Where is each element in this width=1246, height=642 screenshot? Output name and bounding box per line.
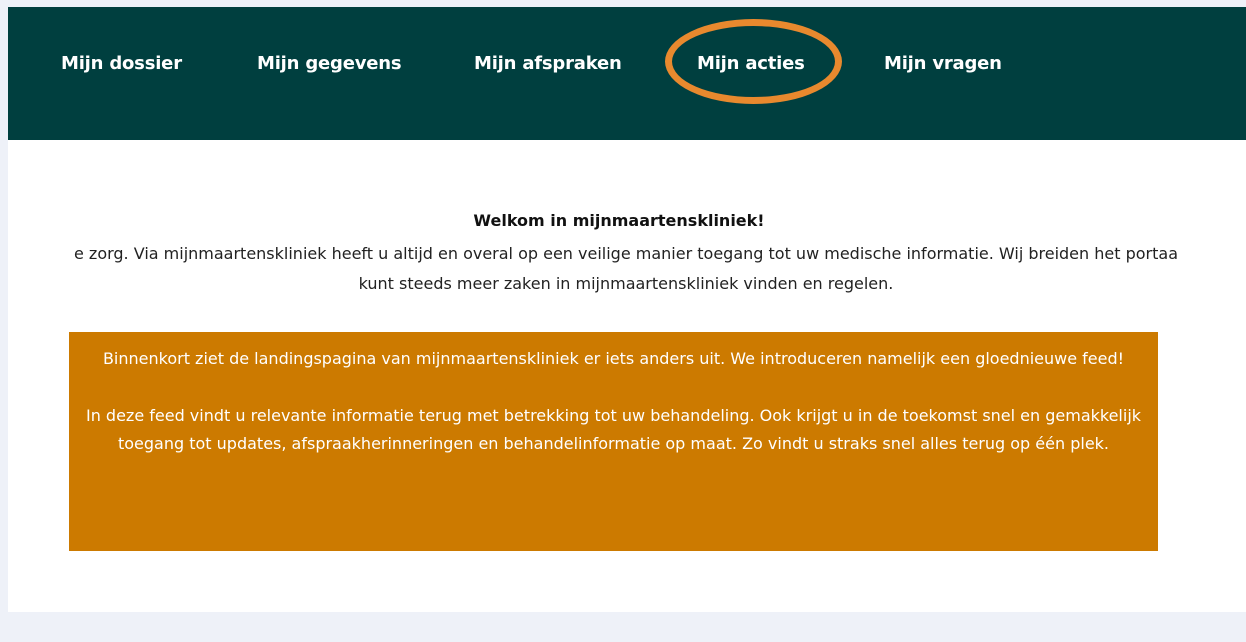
- announcement-paragraph-1: Binnenkort ziet de landingspagina van mi…: [102, 349, 1125, 368]
- nav-item-mijn-acties[interactable]: Mijn acties: [697, 52, 805, 76]
- page-screenshot: Mijn dossier Mijn gegevens Mijn afsprake…: [8, 7, 1246, 612]
- nav-item-mijn-vragen[interactable]: Mijn vragen: [884, 52, 1002, 76]
- nav-item-mijn-gegevens[interactable]: Mijn gegevens: [257, 52, 402, 76]
- feed-announcement-banner: Binnenkort ziet de landingspagina van mi…: [69, 332, 1158, 551]
- main-navigation: Mijn dossier Mijn gegevens Mijn afsprake…: [8, 7, 1246, 140]
- nav-item-mijn-dossier[interactable]: Mijn dossier: [61, 52, 182, 76]
- intro-line-2: kunt steeds meer zaken in mijnmaartenskl…: [358, 274, 894, 293]
- welcome-intro-text: e zorg. Via mijnmaartenskliniek heeft u …: [8, 239, 1246, 299]
- nav-item-mijn-afspraken[interactable]: Mijn afspraken: [474, 52, 622, 76]
- intro-line-1: e zorg. Via mijnmaartenskliniek heeft u …: [73, 244, 1178, 263]
- welcome-heading: Welkom in mijnmaartenskliniek!: [473, 211, 765, 230]
- announcement-paragraph-2: In deze feed vindt u relevante informati…: [85, 405, 1142, 454]
